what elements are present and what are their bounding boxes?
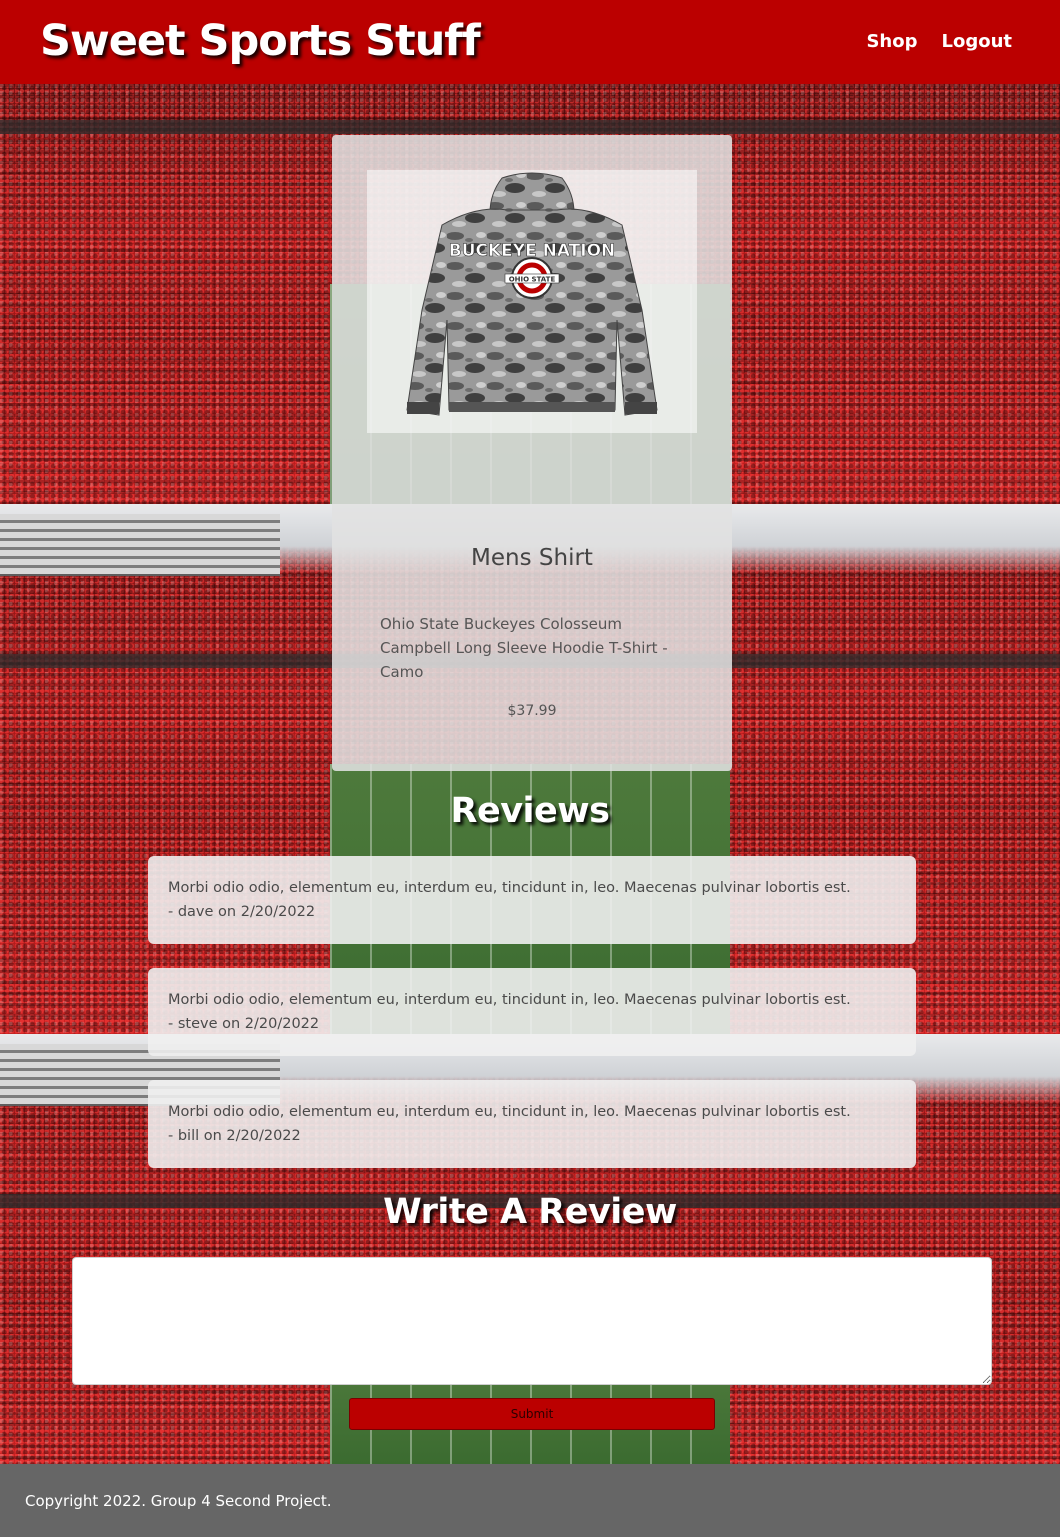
review-card: Morbi odio odio, elementum eu, interdum … xyxy=(148,968,916,1056)
site-brand-title[interactable]: Sweet Sports Stuff xyxy=(40,14,481,68)
site-header: Sweet Sports Stuff Shop Logout xyxy=(0,0,1060,84)
site-footer: Copyright 2022. Group 4 Second Project. xyxy=(0,1464,1060,1537)
product-image: BUCKEYE NATION OHIO STATE xyxy=(367,170,697,433)
review-text: Morbi odio odio, elementum eu, interdum … xyxy=(168,880,851,896)
footer-copyright: Copyright 2022. Group 4 Second Project. xyxy=(25,1492,332,1510)
submit-review-button[interactable]: Submit xyxy=(349,1398,715,1430)
stadium-rim xyxy=(0,120,1060,134)
product-description: Ohio State Buckeyes Colosseum Campbell L… xyxy=(380,615,668,681)
product-price: $37.99 xyxy=(507,703,557,719)
product-name: Mens Shirt xyxy=(471,545,593,571)
product-card: BUCKEYE NATION OHIO STATE Mens Shirt Ohi… xyxy=(332,135,732,771)
nav-link-logout[interactable]: Logout xyxy=(941,30,1012,54)
reviews-heading: Reviews xyxy=(450,791,610,831)
review-text: Morbi odio odio, elementum eu, interdum … xyxy=(168,1104,851,1120)
review-author-date: - dave on 2/20/2022 xyxy=(168,904,316,920)
hoodie-logo-text: OHIO STATE xyxy=(509,276,556,284)
write-review-heading: Write A Review xyxy=(383,1192,677,1232)
review-author-date: - bill on 2/20/2022 xyxy=(168,1128,301,1144)
review-text: Morbi odio odio, elementum eu, interdum … xyxy=(168,992,851,1008)
press-box xyxy=(0,514,280,576)
review-card: Morbi odio odio, elementum eu, interdum … xyxy=(148,1080,916,1168)
main-nav: Shop Logout xyxy=(866,30,1012,54)
nav-link-shop[interactable]: Shop xyxy=(866,30,917,54)
review-card: Morbi odio odio, elementum eu, interdum … xyxy=(148,856,916,944)
review-textarea[interactable] xyxy=(72,1257,992,1385)
hoodie-image: BUCKEYE NATION OHIO STATE xyxy=(406,172,658,416)
review-author-date: - steve on 2/20/2022 xyxy=(168,1016,320,1032)
